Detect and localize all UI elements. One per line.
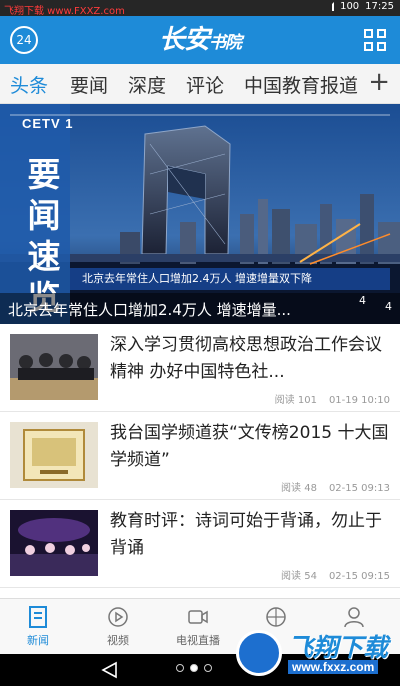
nav-live-tv-label: 电视直播 bbox=[176, 634, 220, 647]
status-watermark: 飞翔下载 www.FXXZ.com bbox=[4, 6, 125, 17]
status-bar: 飞翔下载 www.FXXZ.com 100 17:25 bbox=[0, 0, 400, 17]
signal-icon bbox=[324, 2, 335, 11]
nav-video[interactable]: 视频 bbox=[88, 605, 148, 648]
nav-video-label: 视频 bbox=[107, 634, 129, 647]
add-tab-button[interactable]: + bbox=[360, 67, 390, 97]
news-title: 我台国学频道获“文传榜2015 十大国学频道” bbox=[110, 423, 389, 470]
day-badge-button[interactable]: 24 bbox=[10, 26, 38, 54]
play-icon bbox=[108, 607, 128, 627]
news-title: 深入学习贯彻高校思想政治工作会议精神 办好中国特色社... bbox=[110, 335, 382, 382]
back-icon[interactable] bbox=[100, 661, 118, 679]
hero-page-indicator: 4 bbox=[359, 294, 366, 307]
app-logo: 长安书院 bbox=[130, 23, 270, 57]
news-read-count: 阅读 101 bbox=[274, 395, 317, 406]
news-meta: 阅读 48 02-15 09:13 bbox=[281, 479, 390, 494]
news-item[interactable]: 深入学习贯彻高校思想政治工作会议精神 办好中国特色社... 阅读 101 01-1… bbox=[0, 324, 400, 412]
tab-headline[interactable]: 头条 bbox=[10, 71, 48, 98]
status-time: 17:25 bbox=[365, 1, 394, 12]
grid-menu-icon[interactable] bbox=[364, 29, 386, 51]
watermark-logo-icon bbox=[236, 630, 282, 676]
logo-small: 书院 bbox=[209, 33, 242, 53]
hero-page-indicator-2: 4 bbox=[385, 300, 392, 313]
news-meta: 阅读 54 02-15 09:15 bbox=[281, 567, 390, 582]
camera-icon bbox=[188, 610, 208, 624]
channel-logo: CETV 1 bbox=[22, 116, 74, 131]
tab-china-education[interactable]: 中国教育报道 bbox=[244, 71, 358, 98]
tab-comment[interactable]: 评论 bbox=[186, 71, 224, 98]
news-thumbnail bbox=[10, 334, 98, 400]
news-item[interactable]: 教育时评：诗词可始于背诵，勿止于背诵 阅读 54 02-15 09:15 bbox=[0, 500, 400, 588]
nav-news-label: 新闻 bbox=[27, 634, 49, 647]
logo-main: 长安 bbox=[158, 25, 210, 55]
watermark-url: www.fxxz.com bbox=[288, 660, 379, 674]
page-dots bbox=[176, 664, 212, 672]
news-icon bbox=[29, 606, 47, 628]
news-date: 01-19 10:10 bbox=[328, 395, 390, 406]
nav-news[interactable]: 新闻 bbox=[8, 605, 68, 648]
app-header: 24 长安书院 bbox=[0, 16, 400, 64]
news-item[interactable]: 我台国学频道获“文传榜2015 十大国学频道” 阅读 48 02-15 09:13 bbox=[0, 412, 400, 500]
news-thumbnail bbox=[10, 510, 98, 576]
hero-ticker: 北京去年常住人口增加2.4万人 增速增量双下降 bbox=[70, 268, 390, 290]
watermark-brand: 飞翔下载 bbox=[288, 633, 389, 662]
hero-caption[interactable]: 北京去年常住人口增加2.4万人 增速增量... bbox=[8, 299, 348, 320]
news-date: 02-15 09:13 bbox=[328, 483, 390, 494]
page-dot-active-icon bbox=[190, 664, 198, 672]
status-right: 100 17:25 bbox=[324, 1, 394, 12]
category-tabs: 头条 要闻 深度 评论 中国教育报道 + bbox=[0, 64, 400, 104]
news-meta: 阅读 101 01-19 10:10 bbox=[275, 391, 390, 406]
news-date: 02-15 09:15 bbox=[328, 571, 390, 582]
tab-news[interactable]: 要闻 bbox=[70, 71, 108, 98]
nav-live-tv[interactable]: 电视直播 bbox=[168, 605, 228, 648]
news-title: 教育时评：诗词可始于背诵，勿止于背诵 bbox=[110, 511, 382, 558]
watermark-badge: 飞翔下载 www.fxxz.com bbox=[232, 624, 394, 684]
page-dot-icon bbox=[204, 664, 212, 672]
page-dot-icon bbox=[176, 664, 184, 672]
tab-depth[interactable]: 深度 bbox=[128, 71, 166, 98]
hero-banner[interactable]: CETV 1 要闻速览 北京去年常住人口增加2.4万人 增速增量双下降 北京去年… bbox=[0, 104, 400, 324]
battery-level: 100 bbox=[340, 1, 360, 12]
news-read-count: 阅读 54 bbox=[281, 571, 317, 582]
news-thumbnail bbox=[10, 422, 98, 488]
news-read-count: 阅读 48 bbox=[281, 483, 317, 494]
